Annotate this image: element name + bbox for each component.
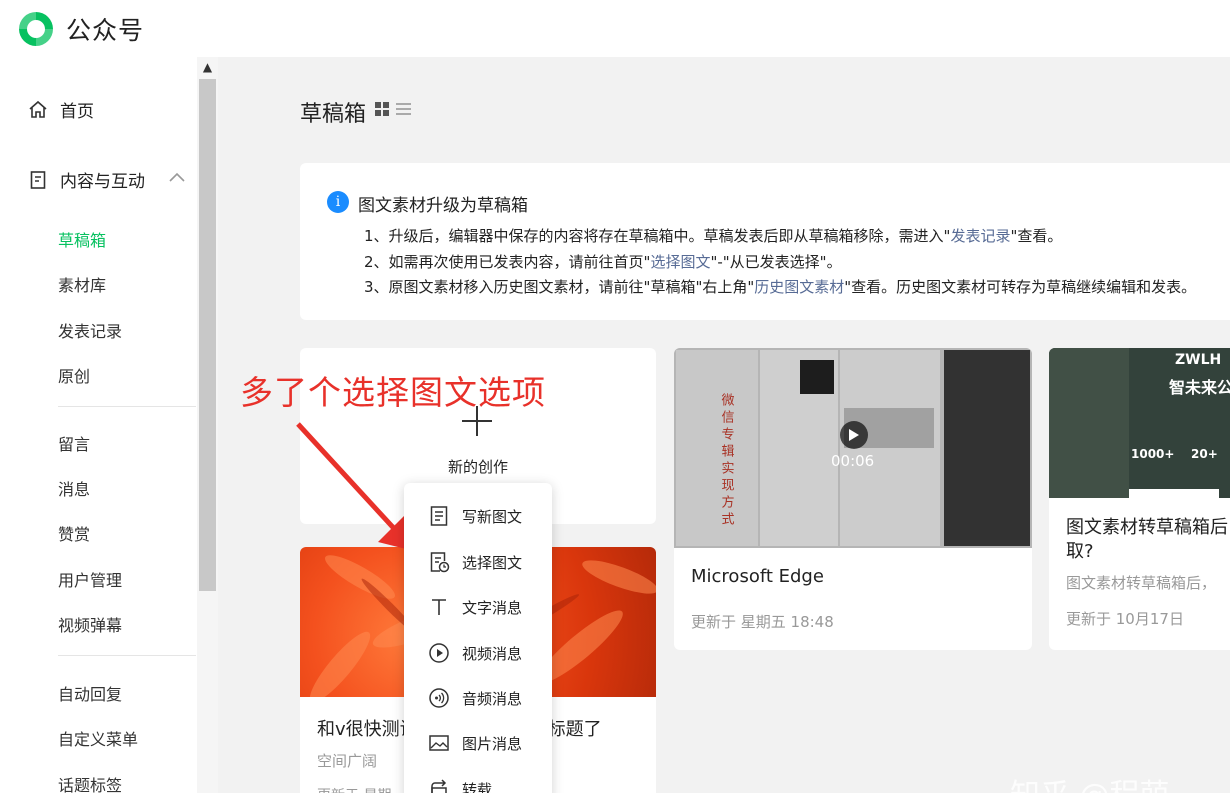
draft-title: Microsoft Edge — [691, 566, 824, 587]
zw-brand: ZWLH — [1175, 352, 1221, 368]
grid-view-icon[interactable] — [375, 102, 389, 116]
repost-icon — [431, 779, 447, 793]
menu-item-write-article[interactable]: 写新图文 — [428, 505, 522, 527]
new-creation-menu: 写新图文 选择图文 文字消息 视频消息 音频消息 图片消息 转载 — [404, 483, 552, 793]
home-icon — [29, 100, 47, 118]
sidebar-item-rewards[interactable]: 赞赏 — [58, 521, 90, 545]
draft-author: 空间广阔 — [317, 752, 378, 770]
sidebar-item-label: 首页 — [60, 102, 94, 122]
video-thumbnail: 微信专辑实现方式 00:06 — [674, 348, 1032, 548]
draft-update-time: 更新于 星期 — [317, 785, 391, 793]
sidebar-item-topic-tags[interactable]: 话题标签 — [58, 772, 122, 793]
draft-card[interactable]: ZWLH 智未来公众 1000+ 20+ 图文素材转草稿箱后取? 图文素材转草稿… — [1049, 348, 1230, 650]
menu-item-video-message[interactable]: 视频消息 — [428, 642, 522, 664]
upgrade-notice: i 图文素材升级为草稿箱 1、升级后，编辑器中保存的内容将存在草稿箱中。草稿发表… — [300, 163, 1230, 320]
zw-slogan: 智未来公众 — [1169, 378, 1230, 397]
scroll-thumb[interactable] — [199, 79, 216, 591]
sidebar: 首页 内容与互动 草稿箱 素材库 发表记录 原创 留言 消息 赞赏 用户管理 视… — [0, 57, 218, 793]
sidebar-item-users[interactable]: 用户管理 — [58, 567, 122, 591]
draft-update-time: 更新于 星期五 18:48 — [691, 613, 834, 631]
play-circle-icon — [429, 643, 449, 663]
sidebar-item-original[interactable]: 原创 — [58, 363, 90, 387]
doc-icon — [430, 506, 448, 526]
sidebar-item-video-danmaku[interactable]: 视频弹幕 — [58, 612, 122, 636]
sidebar-item-home[interactable]: 首页 — [28, 97, 94, 122]
image-icon — [429, 735, 449, 751]
sidebar-group-content[interactable]: 内容与互动 — [28, 167, 145, 192]
sidebar-item-label: 内容与互动 — [60, 172, 145, 192]
notice-title: 图文素材升级为草稿箱 — [358, 196, 528, 216]
select-article-link[interactable]: 选择图文 — [650, 253, 710, 271]
sidebar-item-comments[interactable]: 留言 — [58, 431, 90, 455]
audio-icon — [429, 688, 449, 708]
doc-clock-icon — [430, 552, 450, 573]
notice-line-2: 2、如需再次使用已发表内容，请前往首页"选择图文"-"从已发表选择"。 — [364, 253, 842, 271]
notice-line-1: 1、升级后，编辑器中保存的内容将存在草稿箱中。草稿发表后即从草稿箱移除，需进入"… — [364, 227, 1063, 245]
sidebar-item-custom-menu[interactable]: 自定义菜单 — [58, 726, 138, 750]
history-materials-link[interactable]: 历史图文素材 — [754, 278, 844, 296]
sidebar-item-auto-reply[interactable]: 自动回复 — [58, 681, 122, 705]
sidebar-divider — [58, 655, 196, 656]
info-icon: i — [327, 191, 349, 213]
wechat-mp-logo-icon[interactable] — [16, 9, 56, 49]
app-title: 公众号 — [66, 15, 145, 45]
list-view-icon[interactable] — [396, 102, 411, 116]
watermark: 知乎 @程萌 — [1010, 770, 1170, 793]
menu-item-audio-message[interactable]: 音频消息 — [428, 687, 522, 709]
notice-line-3: 3、原图文素材移入历史图文素材，请前往"草稿箱"右上角"历史图文素材"查看。历史… — [364, 278, 1197, 296]
menu-item-repost[interactable]: 转载 — [428, 778, 492, 793]
play-icon[interactable] — [840, 421, 868, 449]
menu-item-image-message[interactable]: 图片消息 — [428, 732, 522, 754]
draft-title: 图文素材转草稿箱后 取? — [1066, 517, 1228, 562]
video-duration: 00:06 — [831, 452, 875, 470]
sidebar-item-drafts[interactable]: 草稿箱 — [58, 227, 106, 251]
chevron-up-icon[interactable] — [168, 171, 186, 183]
zw-stat-1: 1000+ — [1131, 447, 1174, 461]
annotation-text: 多了个选择图文选项 — [240, 373, 546, 412]
sidebar-item-materials[interactable]: 素材库 — [58, 272, 106, 296]
sidebar-item-publish-records[interactable]: 发表记录 — [58, 318, 122, 342]
top-bar: 公众号 — [0, 0, 1230, 57]
menu-item-text-message[interactable]: 文字消息 — [428, 596, 522, 618]
sidebar-item-messages[interactable]: 消息 — [58, 476, 90, 500]
document-icon — [30, 170, 46, 189]
sidebar-scrollbar[interactable]: ▲ — [197, 57, 218, 793]
draft-cover-image: ZWLH 智未来公众 1000+ 20+ — [1049, 348, 1230, 498]
publish-records-link[interactable]: 发表记录 — [950, 227, 1010, 245]
text-icon — [432, 599, 446, 615]
draft-card[interactable]: 微信专辑实现方式 00:06 Microsoft Edge 更新于 星期五 18… — [674, 348, 1032, 650]
draft-description: 图文素材转草稿箱后， — [1066, 574, 1217, 592]
menu-item-select-article[interactable]: 选择图文 — [428, 551, 522, 573]
sidebar-divider — [58, 406, 196, 407]
draft-update-time: 更新于 10月17日 — [1066, 610, 1184, 628]
zw-stat-2: 20+ — [1191, 447, 1218, 461]
scroll-up-icon[interactable]: ▲ — [197, 57, 218, 77]
page-title: 草稿箱 — [300, 102, 367, 127]
